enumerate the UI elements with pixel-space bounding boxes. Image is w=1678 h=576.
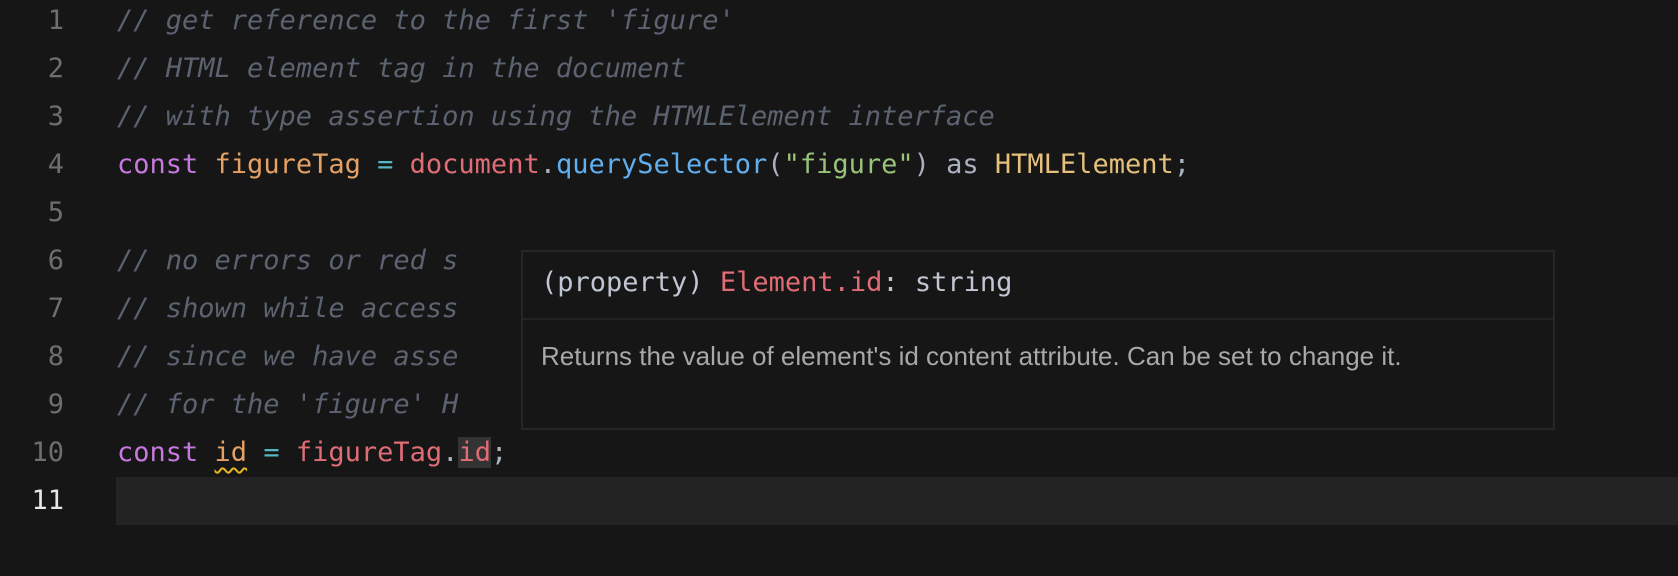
code-line[interactable]: 5 [0, 189, 1678, 237]
code-line[interactable]: 2 // HTML element tag in the document [0, 45, 1678, 93]
line-number: 7 [47, 293, 64, 324]
comment-token: // get reference to the first 'figure' [117, 5, 735, 36]
code-line[interactable]: 1 // get reference to the first 'figure' [0, 0, 1678, 45]
hover-tooltip: (property) Element.id: string Returns th… [521, 250, 1555, 430]
code-token: querySelector [555, 149, 768, 180]
code-token: ) [913, 149, 930, 180]
code-line[interactable]: 3 // with type assertion using the HTMLEl… [0, 93, 1678, 141]
comment-token: // for the 'figure' H [117, 389, 459, 420]
tooltip-symbol-name: Element.id [719, 267, 883, 298]
comment-token: // no errors or red s [117, 245, 459, 276]
code-token: document [409, 149, 540, 180]
comment-token: // with type assertion using the HTMLEle… [117, 101, 995, 132]
line-content[interactable]: // with type assertion using the HTMLEle… [117, 93, 995, 141]
comment-token: // HTML element tag in the document [117, 53, 686, 84]
line-number: 5 [47, 197, 64, 228]
line-number: 8 [47, 341, 64, 372]
code-token: = [263, 437, 280, 468]
keyword-token: const [117, 149, 199, 180]
line-number: 3 [47, 101, 64, 132]
line-content[interactable]: // HTML element tag in the document [117, 45, 686, 93]
code-token: as [929, 149, 995, 180]
comment-token: // shown while access [117, 293, 459, 324]
line-content[interactable]: // get reference to the first 'figure' [117, 0, 735, 45]
code-line[interactable]: 11 [0, 477, 1678, 525]
code-line[interactable]: 4 const figureTag = document.querySelecto… [0, 141, 1678, 189]
code-token: . [539, 149, 556, 180]
code-token: ( [767, 149, 784, 180]
line-number: 1 [47, 5, 64, 36]
tooltip-signature: (property) Element.id: string [523, 252, 1553, 320]
tooltip-type: string [914, 267, 1013, 298]
line-content[interactable]: // for the 'figure' H [117, 381, 458, 429]
code-line[interactable]: 10 const id = figureTag.id; [0, 429, 1678, 477]
line-content[interactable]: const figureTag = document.querySelector… [117, 141, 1190, 189]
code-token: = [377, 149, 394, 180]
line-number: 4 [47, 149, 64, 180]
line-content[interactable]: const id = figureTag.id; [117, 429, 507, 477]
line-content[interactable]: // no errors or red s [117, 237, 458, 285]
comment-token: // since we have asse [117, 341, 459, 372]
line-number: 9 [47, 389, 64, 420]
line-content[interactable]: // since we have asse [117, 333, 458, 381]
line-number: 11 [31, 485, 64, 516]
keyword-token: const [117, 437, 199, 468]
code-token: . [442, 437, 459, 468]
code-editor[interactable]: 1 // get reference to the first 'figure' 2… [0, 0, 1678, 576]
line-content[interactable]: // shown while access [117, 285, 458, 333]
warning-squiggle-identifier: id [214, 437, 248, 468]
line-number: 2 [47, 53, 64, 84]
tooltip-documentation: Returns the value of element's id conten… [541, 341, 1402, 371]
code-token: "figure" [783, 149, 914, 180]
code-token: ; [1173, 149, 1190, 180]
code-token: ; [490, 437, 508, 468]
tooltip-separator: : [882, 267, 915, 298]
code-token: figureTag [214, 149, 361, 180]
line-number: 10 [31, 437, 64, 468]
code-token: figureTag [295, 437, 443, 468]
tooltip-kind: (property) [541, 267, 720, 298]
code-token: HTMLElement [994, 149, 1174, 180]
hovered-property-token: id [458, 437, 491, 468]
line-number: 6 [47, 245, 64, 276]
